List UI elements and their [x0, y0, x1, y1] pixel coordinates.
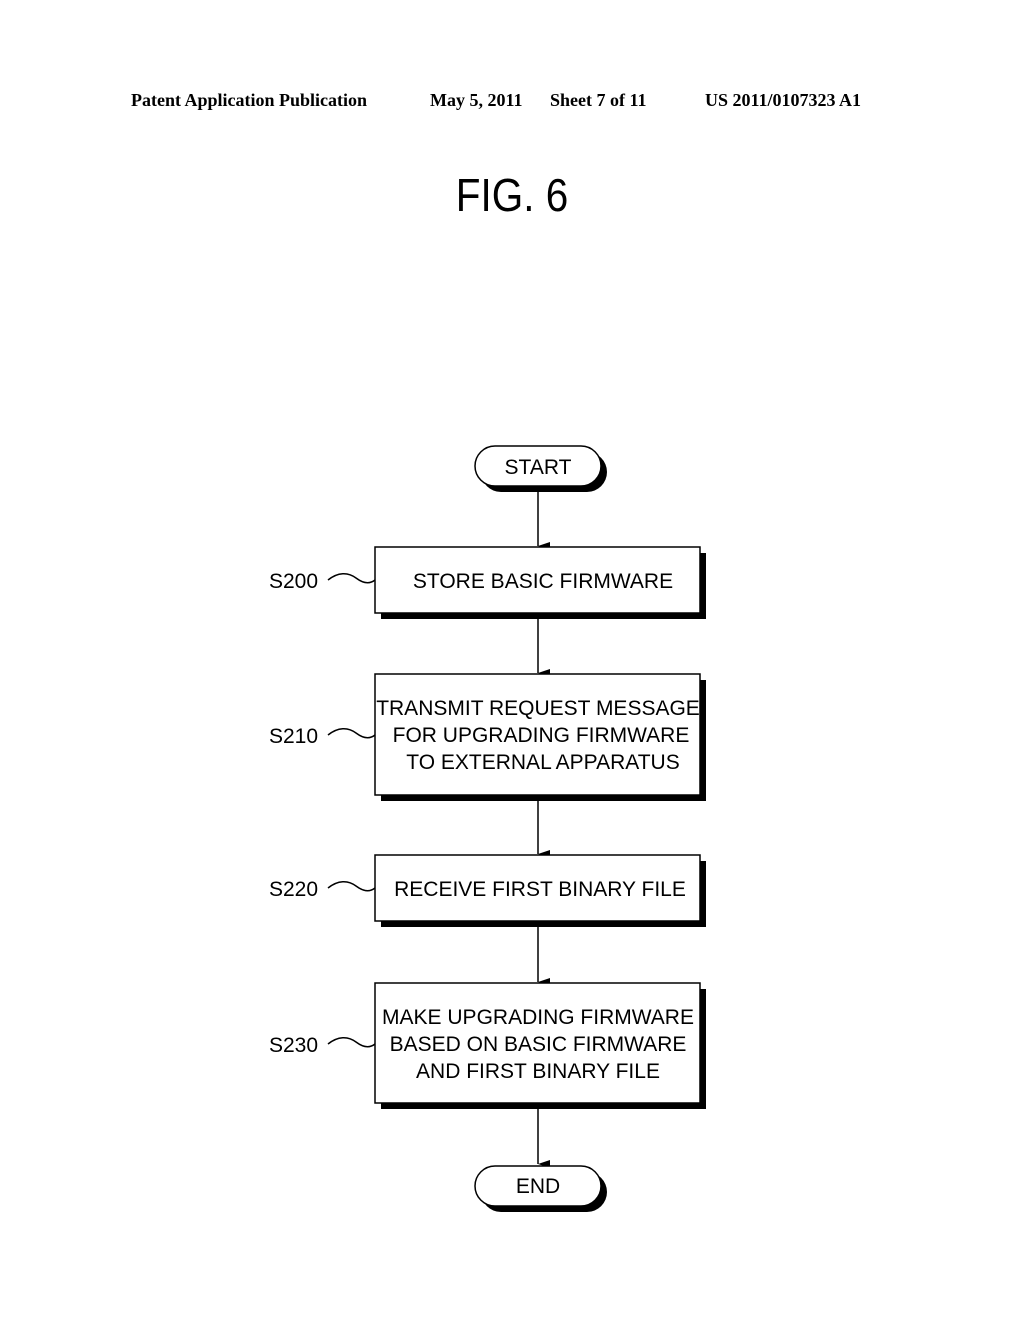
end-label: END [516, 1175, 560, 1198]
step-label: S210 [269, 725, 318, 748]
leader-line [327, 1037, 376, 1048]
step-s230: MAKE UPGRADING FIRMWARE BASED ON BASIC F… [269, 982, 706, 1109]
step-text-line: BASED ON BASIC FIRMWARE [390, 1033, 687, 1056]
step-text-line: RECEIVE FIRST BINARY FILE [394, 878, 686, 901]
step-text-line: STORE BASIC FIRMWARE [413, 570, 673, 593]
leader-line [327, 573, 376, 584]
step-text-line: FOR UPGRADING FIRMWARE [393, 724, 690, 747]
step-s200: STORE BASIC FIRMWARE S200 [269, 546, 706, 619]
leader-line [327, 881, 376, 892]
flowchart: START STORE BASIC FIRMWARE S200 TRANSMIT… [269, 445, 706, 1212]
step-s210: TRANSMIT REQUEST MESSAGE FOR UPGRADING F… [269, 673, 706, 801]
end-terminal: END [474, 1165, 607, 1212]
step-label: S220 [269, 878, 318, 901]
leader-line [327, 728, 376, 739]
step-text-line: TRANSMIT REQUEST MESSAGE [376, 697, 700, 720]
step-label: S200 [269, 570, 318, 593]
step-text-line: AND FIRST BINARY FILE [416, 1060, 660, 1083]
start-label: START [505, 456, 572, 479]
step-text-line: TO EXTERNAL APPARATUS [406, 751, 679, 774]
step-s220: RECEIVE FIRST BINARY FILE S220 [269, 854, 706, 927]
step-text-line: MAKE UPGRADING FIRMWARE [382, 1006, 694, 1029]
start-terminal: START [474, 445, 607, 492]
step-label: S230 [269, 1034, 318, 1057]
